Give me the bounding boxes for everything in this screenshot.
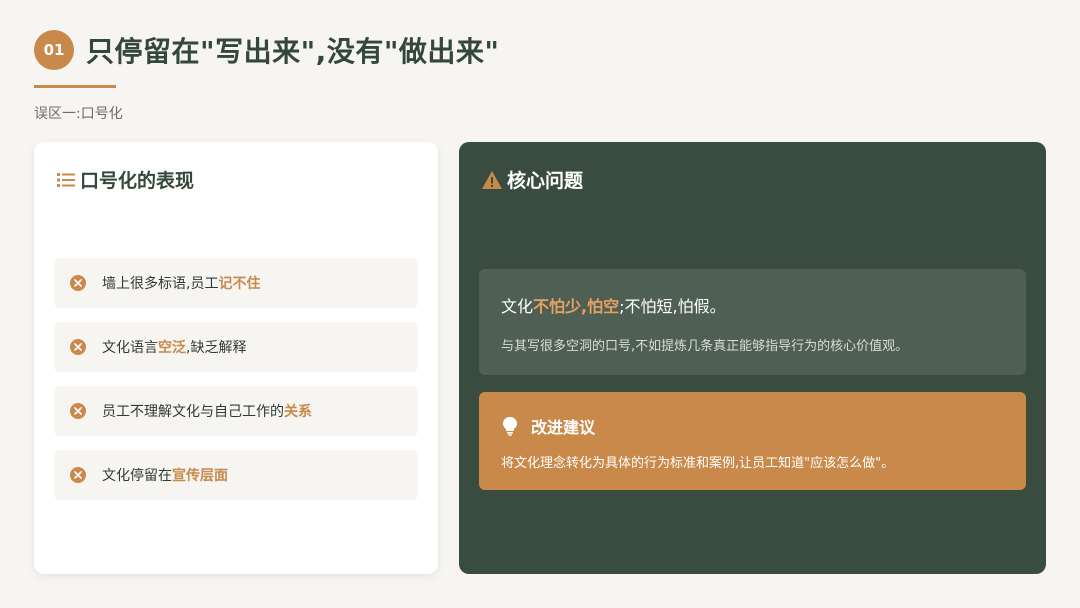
x-circle-icon — [70, 339, 86, 355]
lightbulb-icon — [503, 417, 517, 436]
page-title: 只停留在"写出来",没有"做出来" — [86, 35, 500, 68]
symptoms-card-header: 口号化的表现 — [56, 166, 194, 193]
page-subtitle: 误区一:口号化 — [34, 106, 123, 122]
list-item: 文化停留在宣传层面 — [54, 450, 418, 500]
list-item-highlight: 关系 — [284, 404, 312, 420]
list-item-highlight: 记不住 — [218, 276, 261, 292]
section-number-badge: 01 — [34, 30, 74, 70]
list-item-text: 文化语言空泛,缺乏解释 — [102, 340, 247, 356]
core-statement: 文化不怕少,怕空;不怕短,怕假。 — [501, 297, 726, 316]
list-item: 墙上很多标语,员工记不住 — [54, 258, 418, 308]
suggestion-title: 改进建议 — [531, 418, 596, 437]
list-item-text: 文化停留在宣传层面 — [102, 468, 228, 484]
core-issue-card: 核心问题 文化不怕少,怕空;不怕短,怕假。 与其写很多空洞的口号,不如提炼几条真… — [459, 142, 1046, 574]
list-item-text: 墙上很多标语,员工记不住 — [102, 276, 261, 292]
warning-icon — [482, 170, 502, 189]
symptoms-card: 口号化的表现 墙上很多标语,员工记不住 文化语言空泛,缺乏解释 员工不理解文化与… — [34, 142, 438, 574]
core-issue-title: 核心问题 — [507, 170, 584, 192]
list-item-highlight: 空泛 — [158, 340, 186, 356]
core-statement-detail: 与其写很多空洞的口号,不如提炼几条真正能够指导行为的核心价值观。 — [501, 339, 909, 354]
list-icon — [57, 172, 75, 187]
core-statement-highlight: 不怕少,怕空 — [533, 297, 620, 316]
x-circle-icon — [70, 467, 86, 483]
title-underline — [34, 85, 116, 88]
suggestion-header: 改进建议 — [501, 414, 595, 438]
core-statement-box: 文化不怕少,怕空;不怕短,怕假。 与其写很多空洞的口号,不如提炼几条真正能够指导… — [479, 269, 1026, 375]
core-issue-header: 核心问题 — [481, 166, 583, 193]
slide-header: 01 只停留在"写出来",没有"做出来" — [34, 30, 500, 70]
suggestion-text: 将文化理念转化为具体的行为标准和案例,让员工知道"应该怎么做"。 — [501, 456, 895, 471]
list-item: 员工不理解文化与自己工作的关系 — [54, 386, 418, 436]
x-circle-icon — [70, 403, 86, 419]
suggestion-box: 改进建议 将文化理念转化为具体的行为标准和案例,让员工知道"应该怎么做"。 — [479, 392, 1026, 490]
list-item-highlight: 宣传层面 — [172, 468, 228, 484]
list-item-text: 员工不理解文化与自己工作的关系 — [102, 404, 312, 420]
x-circle-icon — [70, 275, 86, 291]
symptoms-card-title: 口号化的表现 — [80, 170, 195, 192]
list-item: 文化语言空泛,缺乏解释 — [54, 322, 418, 372]
